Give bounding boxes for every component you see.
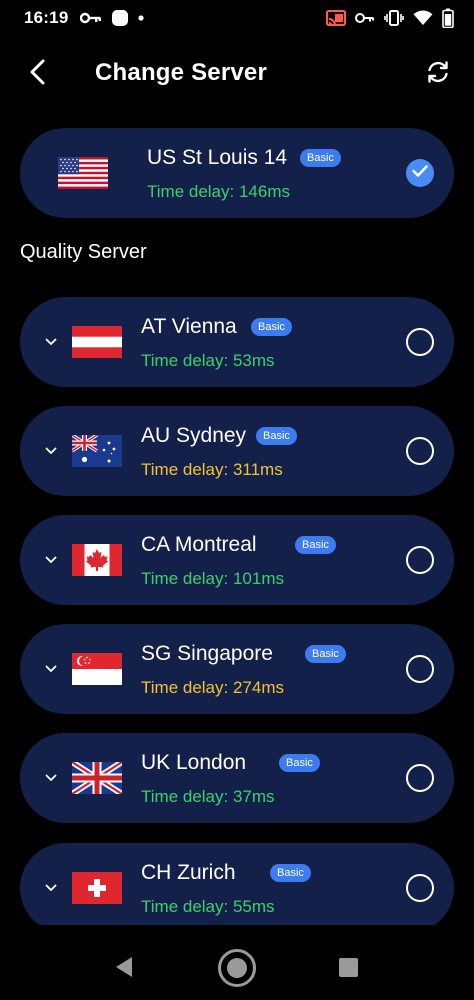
status-time: 16:19 (24, 8, 69, 27)
nav-back-button[interactable] (112, 956, 136, 983)
uk-flag-icon (72, 762, 122, 794)
section-title: Quality Server (20, 241, 147, 263)
server-name: SG Singapore (141, 642, 273, 665)
nav-recents-button[interactable] (339, 958, 358, 977)
page-title: Change Server (95, 59, 268, 86)
server-radio[interactable] (406, 328, 434, 356)
server-radio[interactable] (406, 546, 434, 574)
chevron-down-icon[interactable] (44, 335, 58, 349)
australia-flag-icon (72, 435, 122, 467)
austria-flag-icon (72, 326, 122, 358)
selected-server-card[interactable]: US St Louis 14 Basic Time delay: 146ms (20, 128, 454, 218)
switzerland-flag-icon (72, 872, 122, 904)
chevron-down-icon[interactable] (44, 881, 58, 895)
chevron-down-icon[interactable] (44, 444, 58, 458)
server-card-au-sydney[interactable]: AU Sydney Basic Time delay: 311ms (20, 406, 454, 496)
server-delay: Time delay: 274ms (141, 678, 284, 697)
battery-icon (442, 8, 454, 28)
server-badge: Basic (295, 536, 336, 554)
server-card-sg-singapore[interactable]: SG Singapore Basic Time delay: 274ms (20, 624, 454, 714)
server-delay: Time delay: 53ms (141, 351, 275, 370)
status-bar: 16:19 (0, 0, 474, 36)
server-name: UK London (141, 751, 247, 774)
server-badge: Basic (270, 864, 311, 882)
navigation-bar (0, 925, 474, 1000)
cast-icon (326, 10, 346, 26)
nav-back-icon (114, 956, 134, 983)
server-radio[interactable] (406, 655, 434, 683)
selected-check[interactable] (406, 159, 434, 187)
server-badge: Basic (256, 427, 297, 445)
server-radio[interactable] (406, 764, 434, 792)
server-name: CA Montreal (141, 533, 257, 556)
chevron-down-icon[interactable] (44, 553, 58, 567)
nav-home-icon (227, 958, 247, 978)
server-badge: Basic (251, 318, 292, 336)
server-name: US St Louis 14 (147, 146, 288, 169)
server-card-ca-montreal[interactable]: CA Montreal Basic Time delay: 101ms (20, 515, 454, 605)
header: Change Server (0, 48, 474, 100)
chevron-down-icon[interactable] (44, 771, 58, 785)
refresh-button[interactable] (420, 56, 456, 92)
server-badge: Basic (300, 149, 341, 167)
vpn-key-icon (355, 12, 375, 24)
server-card-ch-zurich[interactable]: CH Zurich Basic Time delay: 55ms (20, 843, 454, 933)
server-delay: Time delay: 146ms (147, 182, 290, 201)
vibrate-icon (384, 10, 404, 26)
server-card-at-vienna[interactable]: AT Vienna Basic Time delay: 53ms (20, 297, 454, 387)
back-arrow-icon (28, 58, 48, 91)
refresh-icon (425, 59, 451, 90)
server-delay: Time delay: 55ms (141, 897, 275, 916)
server-name: CH Zurich (141, 861, 236, 884)
app-square-icon (111, 9, 129, 27)
status-right-icons (326, 8, 454, 28)
server-badge: Basic (279, 754, 320, 772)
us-flag-icon (58, 157, 108, 189)
singapore-flag-icon (72, 653, 122, 685)
server-delay: Time delay: 311ms (141, 460, 283, 479)
check-icon (412, 164, 428, 182)
server-delay: Time delay: 101ms (141, 569, 284, 588)
wifi-icon (413, 10, 433, 26)
canada-flag-icon (72, 544, 122, 576)
server-radio[interactable] (406, 874, 434, 902)
server-card-uk-london[interactable]: UK London Basic Time delay: 37ms (20, 733, 454, 823)
status-left-icons (80, 9, 145, 27)
server-delay: Time delay: 37ms (141, 787, 275, 806)
dot-icon (138, 15, 145, 21)
server-name: AT Vienna (141, 315, 237, 338)
chevron-down-icon[interactable] (44, 662, 58, 676)
server-radio[interactable] (406, 437, 434, 465)
key-icon (80, 12, 102, 24)
server-badge: Basic (305, 645, 346, 663)
back-button[interactable] (20, 56, 56, 92)
server-name: AU Sydney (141, 424, 247, 447)
nav-home-button[interactable] (218, 949, 256, 987)
